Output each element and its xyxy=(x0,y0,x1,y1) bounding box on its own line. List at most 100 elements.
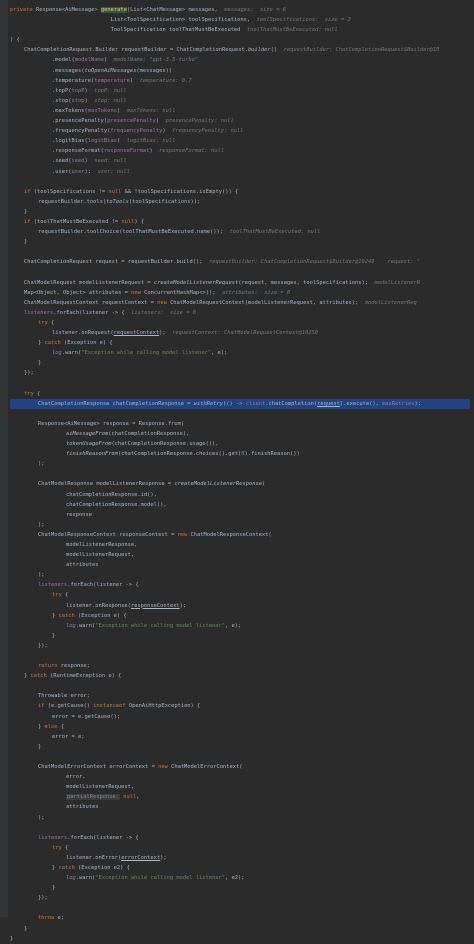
code-line[interactable]: if (toolSpecifications != null && !toolS… xyxy=(10,187,470,197)
code-line[interactable]: log.warn("Exception while calling model … xyxy=(10,621,470,631)
code-token: null xyxy=(108,188,122,195)
code-token: .maxTokens( xyxy=(52,107,88,114)
code-line[interactable]: } xyxy=(10,207,470,217)
code-line[interactable] xyxy=(10,469,470,479)
code-line[interactable]: .frequencyPenalty(frequencyPenalty) freq… xyxy=(10,126,470,136)
code-line[interactable]: throw e; xyxy=(10,913,470,923)
code-line[interactable]: }); xyxy=(10,368,470,378)
code-line[interactable]: } xyxy=(10,924,470,934)
code-line[interactable]: ChatModelResponseContext responseContext… xyxy=(10,530,470,540)
code-line[interactable]: } catch (RuntimeException e) { xyxy=(10,671,470,681)
code-line[interactable]: .presencePenalty(presencePenalty) presen… xyxy=(10,116,470,126)
code-line[interactable]: partialResponse: null, xyxy=(10,792,470,802)
code-line[interactable]: chatCompletionResponse.model(), xyxy=(10,500,470,510)
code-line[interactable]: listener.onError(errorContext); xyxy=(10,853,470,863)
code-line[interactable]: ); xyxy=(10,459,470,469)
code-line[interactable]: .temperature(temperature) temperature: 0… xyxy=(10,76,470,86)
code-line[interactable]: attributes xyxy=(10,560,470,570)
code-line[interactable]: listeners.forEach(listener -> { xyxy=(10,833,470,843)
code-line[interactable]: } xyxy=(10,742,470,752)
code-line[interactable]: .messages(toOpenAiMessages(messages)) xyxy=(10,66,470,76)
code-line[interactable]: log.warn("Exception while calling model … xyxy=(10,873,470,883)
code-line[interactable]: }); xyxy=(10,893,470,903)
code-line[interactable]: log.warn("Exception while calling model … xyxy=(10,348,470,358)
code-token: .presencePenalty( xyxy=(52,118,108,125)
code-line[interactable]: requestBuilder.tools(toTools(toolSpecifi… xyxy=(10,197,470,207)
code-line[interactable]: aiMessageFrom(chatCompletionResponse), xyxy=(10,429,470,439)
code-line[interactable]: ChatModelRequestContext requestContext =… xyxy=(10,298,470,308)
code-line[interactable]: error = e.getCause(); xyxy=(10,712,470,722)
code-line[interactable]: try { xyxy=(10,843,470,853)
code-token: generate xyxy=(100,7,127,13)
code-line[interactable]: } catch (Exception e) { xyxy=(10,611,470,621)
code-area[interactable]: private Response<AiMessage> generate(Lis… xyxy=(10,5,470,944)
code-line[interactable]: attributes xyxy=(10,802,470,812)
code-editor[interactable]: private Response<AiMessage> generate(Lis… xyxy=(0,0,474,942)
code-line[interactable]: listeners.forEach(listener -> { xyxy=(10,580,470,590)
code-line[interactable]: modelListenerRequest, xyxy=(10,782,470,792)
code-line[interactable]: }); xyxy=(10,641,470,651)
code-line[interactable]: private Response<AiMessage> generate(Lis… xyxy=(10,5,470,15)
code-line[interactable]: ChatCompletionRequest request = requestB… xyxy=(10,257,470,267)
code-line[interactable]: tokenUsageFrom(chatCompletionResponse.us… xyxy=(10,439,470,449)
code-line[interactable]: try { xyxy=(10,590,470,600)
code-line[interactable] xyxy=(10,752,470,762)
code-line[interactable]: listener.onResponse(responseContext); xyxy=(10,601,470,611)
code-line[interactable]: .model(modelName) modelName: "gpt-3.5-tu… xyxy=(10,55,470,65)
code-line[interactable]: error = e; xyxy=(10,732,470,742)
code-line[interactable] xyxy=(10,823,470,833)
code-line[interactable]: if (toolThatMustBeExecuted != null) { xyxy=(10,217,470,227)
code-line[interactable]: } xyxy=(10,883,470,893)
code-line[interactable]: } xyxy=(10,237,470,247)
highlighted-code-line[interactable]: ChatCompletionResponse chatCompletionRes… xyxy=(10,398,470,409)
code-line[interactable]: .maxTokens(maxTokens) maxTokens: null xyxy=(10,106,470,116)
code-line[interactable]: } xyxy=(10,631,470,641)
code-line[interactable]: modelListenerResponse, xyxy=(10,540,470,550)
code-line[interactable] xyxy=(10,681,470,691)
code-line[interactable] xyxy=(10,409,470,419)
code-line[interactable]: try { xyxy=(10,318,470,328)
code-line[interactable]: ); xyxy=(10,813,470,823)
code-line[interactable]: .seed(seed) seed: null xyxy=(10,156,470,166)
code-line[interactable]: } else { xyxy=(10,722,470,732)
code-line[interactable] xyxy=(10,651,470,661)
code-line[interactable]: return response; xyxy=(10,661,470,671)
inline-debug-value: frequencyPenalty: null xyxy=(172,128,244,135)
code-line[interactable]: listener.onRequest(requestContext); requ… xyxy=(10,328,470,338)
code-line[interactable]: } xyxy=(10,358,470,368)
code-line[interactable] xyxy=(10,177,470,187)
code-line[interactable]: ) { xyxy=(10,35,470,45)
code-line[interactable]: } catch (Exception e) { xyxy=(10,338,470,348)
code-line[interactable]: } catch (Exception e2) { xyxy=(10,863,470,873)
code-line[interactable]: requestBuilder.toolChoice(toolThatMustBe… xyxy=(10,227,470,237)
code-line[interactable]: .topP(topP) topP: null xyxy=(10,86,470,96)
code-line[interactable]: .stop(stop) stop: null xyxy=(10,96,470,106)
code-line[interactable] xyxy=(10,903,470,913)
code-line[interactable] xyxy=(10,247,470,257)
code-line[interactable]: ); xyxy=(10,520,470,530)
code-line[interactable]: Response<AiMessage> response = Response.… xyxy=(10,419,470,429)
code-line[interactable]: Throwable error; xyxy=(10,691,470,701)
code-line[interactable]: try { xyxy=(10,389,470,399)
code-line[interactable]: if (e.getCause() instanceof OpenAiHttpEx… xyxy=(10,701,470,711)
code-line[interactable]: ); xyxy=(10,570,470,580)
code-line[interactable]: ChatCompletionRequest.Builder requestBui… xyxy=(10,45,470,55)
code-line[interactable] xyxy=(10,267,470,277)
code-line[interactable]: ChatModelResponse modelListenerResponse … xyxy=(10,479,470,489)
code-line[interactable]: ToolSpecification toolThatMustBeExecuted… xyxy=(10,25,470,35)
code-line[interactable]: finishReasonFrom(chatCompletionResponse.… xyxy=(10,449,470,459)
code-line[interactable]: error, xyxy=(10,772,470,782)
code-line[interactable]: .responseFormat(responseFormat) response… xyxy=(10,146,470,156)
code-line[interactable]: ChatModelErrorContext errorContext = new… xyxy=(10,762,470,772)
code-line[interactable]: Map<Object, Object> attributes = new Con… xyxy=(10,288,470,298)
code-line[interactable]: ChatModelRequest modelListenerRequest = … xyxy=(10,278,470,288)
code-line[interactable]: response xyxy=(10,510,470,520)
code-line[interactable]: modelListenerRequest, xyxy=(10,550,470,560)
code-line[interactable] xyxy=(10,378,470,388)
code-line[interactable]: } xyxy=(10,934,470,944)
code-line[interactable]: .user(user); user: null xyxy=(10,167,470,177)
code-line[interactable]: .logitBias(logitBias) logitBias: null xyxy=(10,136,470,146)
code-line[interactable]: listeners.forEach(listener -> { listener… xyxy=(10,308,470,318)
code-line[interactable]: List<ToolSpecification> toolSpecificatio… xyxy=(10,15,470,25)
code-line[interactable]: chatCompletionResponse.id(), xyxy=(10,490,470,500)
